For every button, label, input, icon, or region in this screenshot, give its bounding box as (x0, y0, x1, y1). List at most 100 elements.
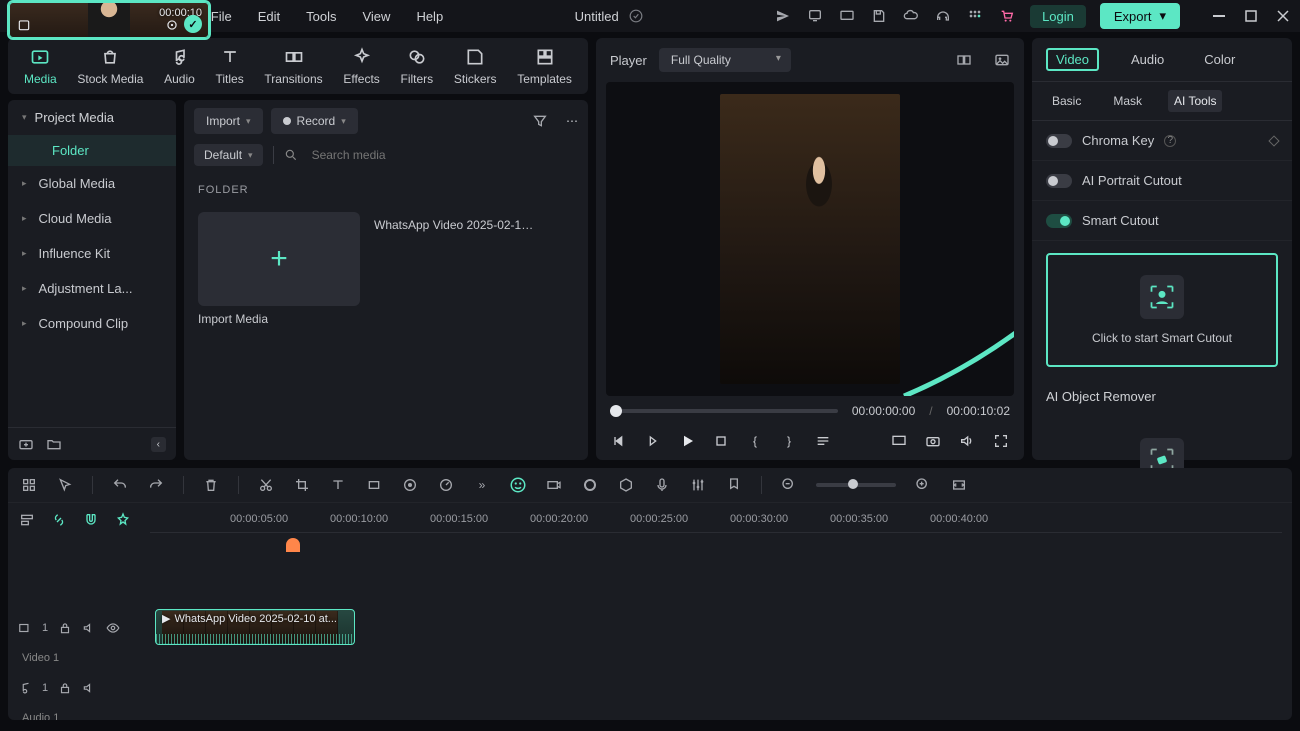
step-back-icon[interactable] (644, 432, 662, 450)
send-icon[interactable] (774, 7, 792, 25)
text-icon[interactable] (329, 476, 347, 494)
tab-audio[interactable]: Audio (1123, 48, 1172, 71)
export-button[interactable]: Export ▾ (1100, 3, 1180, 29)
mark-in-icon[interactable]: { (746, 432, 764, 450)
maximize-icon[interactable] (1244, 9, 1258, 23)
quality-dropdown[interactable]: Full Quality (659, 48, 791, 72)
lock-icon[interactable] (58, 681, 72, 695)
strip-transitions[interactable]: Transitions (260, 44, 326, 88)
collapse-sidebar-icon[interactable]: ‹ (151, 437, 166, 452)
video-track-icon[interactable] (18, 621, 32, 635)
media-clip-tile[interactable]: 00:00:10 ✓ WhatsApp Video 2025-02-10... (374, 212, 536, 326)
stop-icon[interactable] (712, 432, 730, 450)
menu-view[interactable]: View (362, 9, 390, 24)
align-icon[interactable] (18, 511, 36, 529)
prev-frame-icon[interactable] (610, 432, 628, 450)
lock-icon[interactable] (58, 621, 72, 635)
menu-file[interactable]: File (211, 9, 232, 24)
add-folder-icon[interactable] (46, 436, 62, 452)
mute-icon[interactable] (82, 681, 96, 695)
sidebar-project-media[interactable]: ▾ Project Media (8, 100, 176, 135)
sidebar-compound-clip[interactable]: Compound Clip (8, 306, 176, 341)
strip-stickers[interactable]: Stickers (450, 44, 501, 88)
sidebar-cloud-media[interactable]: Cloud Media (8, 201, 176, 236)
rect-icon[interactable] (365, 476, 383, 494)
zoom-in-icon[interactable] (914, 476, 932, 494)
strip-audio[interactable]: Audio (160, 44, 199, 88)
grid-icon[interactable] (20, 476, 38, 494)
sidebar-influence-kit[interactable]: Influence Kit (8, 236, 176, 271)
subtab-ai-tools[interactable]: AI Tools (1168, 90, 1222, 112)
sidebar-folder[interactable]: Folder (8, 135, 176, 166)
subtab-basic[interactable]: Basic (1046, 90, 1087, 112)
fullscreen-icon[interactable] (992, 432, 1010, 450)
ai-icon[interactable] (509, 476, 527, 494)
start-smart-cutout-button[interactable]: Click to start Smart Cutout (1046, 253, 1278, 367)
login-button[interactable]: Login (1030, 5, 1086, 28)
search-input[interactable] (308, 142, 578, 168)
new-folder-icon[interactable] (18, 436, 34, 452)
color-icon[interactable] (401, 476, 419, 494)
dot-icon[interactable] (581, 476, 599, 494)
speed-icon[interactable] (437, 476, 455, 494)
close-icon[interactable] (1276, 9, 1290, 23)
mixer-icon[interactable] (689, 476, 707, 494)
play-icon[interactable] (678, 432, 696, 450)
import-media-tile[interactable]: + Import Media (198, 212, 360, 326)
strip-templates[interactable]: Templates (513, 44, 576, 88)
keyframe-icon[interactable] (1268, 135, 1279, 146)
menu-tools[interactable]: Tools (306, 9, 336, 24)
display-icon[interactable] (890, 432, 908, 450)
marker-icon[interactable] (725, 476, 743, 494)
strip-filters[interactable]: Filters (397, 44, 438, 88)
subtab-mask[interactable]: Mask (1107, 90, 1148, 112)
cut-icon[interactable] (257, 476, 275, 494)
mute-icon[interactable] (82, 621, 96, 635)
mic-icon[interactable] (653, 476, 671, 494)
fit-icon[interactable] (950, 476, 968, 494)
audio-track-icon[interactable] (18, 681, 32, 695)
more-icon[interactable]: ⋯ (566, 114, 578, 128)
timeline-clip[interactable]: ▶WhatsApp Video 2025-02-10 at... (155, 609, 355, 645)
ai-portrait-toggle[interactable] (1046, 174, 1072, 188)
save-icon[interactable] (870, 7, 888, 25)
chroma-key-toggle[interactable] (1046, 134, 1072, 148)
zoom-out-icon[interactable] (780, 476, 798, 494)
link-icon[interactable] (50, 511, 68, 529)
strip-effects[interactable]: Effects (339, 44, 383, 88)
strip-titles[interactable]: Titles (211, 44, 247, 88)
timeline-ruler[interactable]: 00:00:05:00 00:00:10:00 00:00:15:00 00:0… (150, 507, 1282, 533)
list-icon[interactable] (814, 432, 832, 450)
magnet-icon[interactable] (82, 511, 100, 529)
compare-icon[interactable] (956, 52, 972, 68)
more-tools-icon[interactable]: » (473, 476, 491, 494)
headphones-icon[interactable] (934, 7, 952, 25)
camera-tool-icon[interactable] (545, 476, 563, 494)
crop-icon[interactable] (293, 476, 311, 494)
auto-icon[interactable] (114, 511, 132, 529)
smart-cutout-toggle[interactable] (1046, 214, 1072, 228)
player-viewport[interactable] (606, 82, 1014, 396)
import-dropdown[interactable]: Import▾ (194, 108, 263, 134)
cloud-icon[interactable] (902, 7, 920, 25)
apps-icon[interactable] (966, 7, 984, 25)
monitor-icon[interactable] (838, 7, 856, 25)
timeline-tracks[interactable]: 1 ▶WhatsApp Video 2025-02-10 at... Video… (8, 533, 1292, 720)
device-icon[interactable] (806, 7, 824, 25)
zoom-slider[interactable] (816, 483, 896, 487)
volume-icon[interactable] (958, 432, 976, 450)
player-scrubber[interactable]: 00:00:00:00 / 00:00:10:02 (596, 396, 1024, 426)
scrub-track[interactable] (610, 409, 838, 413)
sidebar-global-media[interactable]: Global Media (8, 166, 176, 201)
info-icon[interactable]: ? (1164, 135, 1176, 147)
menu-help[interactable]: Help (416, 9, 443, 24)
picture-icon[interactable] (994, 52, 1010, 68)
filter-icon[interactable] (532, 113, 548, 129)
minimize-icon[interactable] (1212, 9, 1226, 23)
undo-icon[interactable] (111, 476, 129, 494)
menu-edit[interactable]: Edit (258, 9, 280, 24)
redo-icon[interactable] (147, 476, 165, 494)
tab-color[interactable]: Color (1196, 48, 1243, 71)
scrub-knob-icon[interactable] (610, 405, 622, 417)
mark-out-icon[interactable]: } (780, 432, 798, 450)
